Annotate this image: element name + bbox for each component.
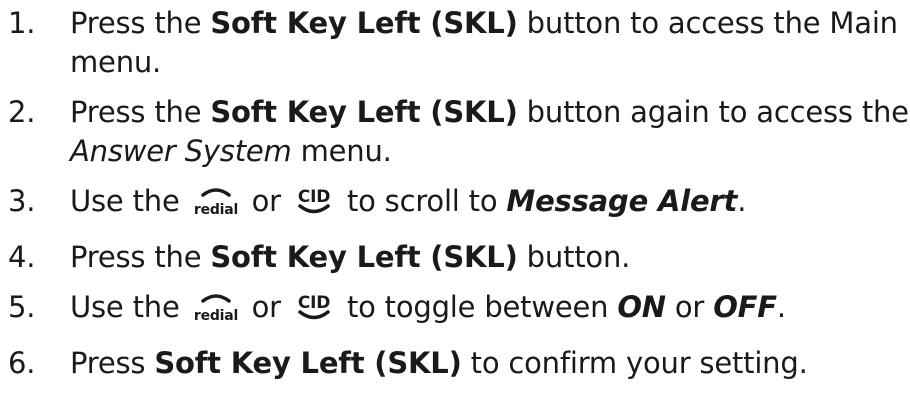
step-4: 4. Press the Soft Key Left (SKL) button.: [0, 238, 910, 277]
text: Press the: [70, 6, 211, 40]
text: button again to access the: [517, 95, 909, 129]
text: button.: [517, 240, 631, 274]
step-text-continued: Answer System menu.: [70, 132, 910, 171]
svg-text:CID: CID: [298, 293, 330, 313]
key-name: Soft Key Left (SKL): [210, 95, 518, 129]
step-2: 2. Press the Soft Key Left (SKL) button …: [0, 93, 910, 171]
text: .: [737, 184, 747, 218]
step-6: 6. Press Soft Key Left (SKL) to confirm …: [0, 344, 910, 383]
menu-name: Answer System: [70, 134, 292, 168]
text: or: [242, 290, 290, 324]
text: button to access the Main: [517, 6, 898, 40]
text: to confirm your setting.: [461, 346, 808, 380]
text: Press the: [70, 240, 211, 274]
key-name: Soft Key Left (SKL): [210, 240, 518, 274]
svg-text:redial: redial: [193, 202, 237, 217]
step-text: Press Soft Key Left (SKL) to confirm you…: [70, 344, 910, 383]
step-3: 3. Use the redial or CID to scroll to Me…: [0, 182, 910, 227]
cid-icon: CID: [294, 291, 334, 333]
svg-text:CID: CID: [298, 187, 330, 207]
text: Press the: [70, 95, 211, 129]
text: .: [776, 290, 786, 324]
cid-icon: CID: [294, 185, 334, 227]
step-text: Use the redial or CID to scroll to Messa…: [70, 182, 910, 227]
step-1: 1. Press the Soft Key Left (SKL) button …: [0, 4, 910, 82]
key-name: Soft Key Left (SKL): [154, 346, 462, 380]
step-text: Use the redial or CID to toggle between …: [70, 288, 910, 333]
text: to scroll to: [337, 184, 507, 218]
instruction-list: 1. Press the Soft Key Left (SKL) button …: [0, 0, 910, 403]
text: Press: [70, 346, 155, 380]
redial-icon: redial: [193, 185, 239, 227]
step-text-continued: menu.: [70, 45, 162, 79]
text: menu.: [291, 134, 392, 168]
option-off: OFF: [713, 290, 777, 324]
step-text: Press the Soft Key Left (SKL) button aga…: [70, 93, 910, 132]
text: Use the: [70, 290, 189, 324]
step-number: 6.: [8, 346, 36, 380]
option-on: ON: [617, 290, 666, 324]
redial-icon: redial: [193, 291, 239, 333]
key-name: Soft Key Left (SKL): [210, 6, 518, 40]
step-number: 3.: [8, 184, 36, 218]
step-number: 2.: [8, 95, 36, 129]
step-text: Press the Soft Key Left (SKL) button to …: [70, 4, 910, 43]
text: Use the: [70, 184, 189, 218]
menu-name: Message Alert: [506, 184, 738, 218]
svg-text:redial: redial: [193, 308, 237, 323]
step-number: 5.: [8, 290, 36, 324]
text: to toggle between: [337, 290, 618, 324]
step-number: 4.: [8, 240, 36, 274]
text: or: [665, 290, 714, 324]
step-5: 5. Use the redial or CID to toggle betwe…: [0, 288, 910, 333]
step-number: 1.: [8, 6, 36, 40]
step-text: Press the Soft Key Left (SKL) button.: [70, 238, 910, 277]
text: or: [242, 184, 290, 218]
